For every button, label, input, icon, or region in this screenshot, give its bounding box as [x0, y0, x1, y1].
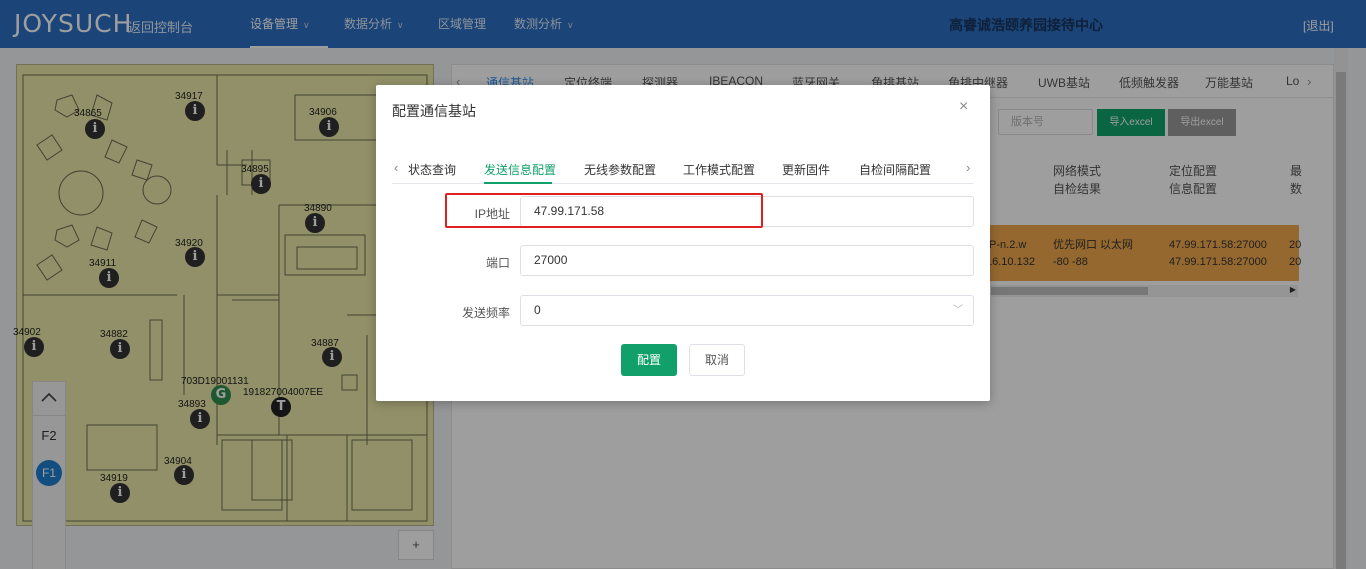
port-input[interactable]: 27000 — [520, 245, 974, 276]
ip-highlight-annotation — [445, 193, 763, 228]
confirm-config-button[interactable]: 配置 — [621, 344, 677, 376]
chevron-right-icon[interactable]: › — [966, 160, 970, 175]
port-label: 端口 — [485, 256, 510, 270]
close-icon[interactable]: × — [959, 99, 968, 115]
active-tab-indicator — [484, 182, 552, 184]
chevron-down-icon: ﹀ — [953, 305, 963, 316]
chevron-left-icon[interactable]: ‹ — [394, 160, 398, 175]
frequency-value: 0 — [534, 303, 541, 317]
tab-self-check-interval[interactable]: 自检间隔配置 — [859, 161, 931, 178]
tab-status-query[interactable]: 状态查询 — [408, 161, 456, 178]
frequency-label: 发送频率 — [461, 306, 510, 320]
tab-wireless-params[interactable]: 无线参数配置 — [584, 161, 656, 178]
tab-update-firmware[interactable]: 更新固件 — [782, 161, 830, 178]
cancel-button[interactable]: 取消 — [689, 344, 745, 376]
frequency-select[interactable]: 0 ﹀ — [520, 295, 974, 326]
tab-divider — [392, 183, 974, 184]
tab-work-mode[interactable]: 工作模式配置 — [683, 161, 755, 178]
config-station-dialog: 配置通信基站 × ‹ 状态查询 发送信息配置 无线参数配置 工作模式配置 更新固… — [376, 85, 990, 401]
dialog-title: 配置通信基站 — [392, 103, 476, 119]
tab-send-info-config[interactable]: 发送信息配置 — [484, 161, 556, 178]
